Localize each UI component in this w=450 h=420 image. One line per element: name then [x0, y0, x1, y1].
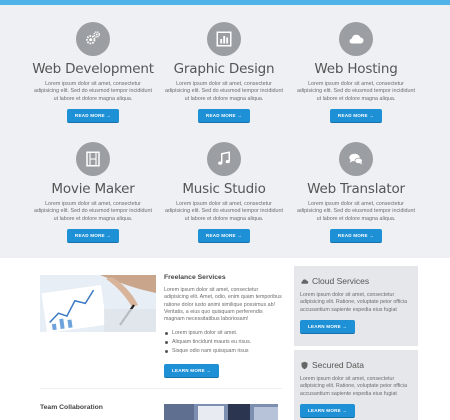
icon-circle: [207, 142, 241, 176]
read-more-button[interactable]: READ MORE →: [329, 109, 383, 124]
service-description: Lorem ipsum dolor sit amet, consectetur …: [33, 81, 153, 102]
cloud-services-description: Lorem ipsum dolor sit amet, consectetur …: [300, 292, 408, 313]
read-more-button[interactable]: READ MORE →: [329, 229, 383, 244]
freelance-title: Freelance Services: [164, 274, 226, 281]
cloud-icon: [349, 34, 364, 44]
service-web-development: Web Development Lorem ipsum dolor sit am…: [28, 22, 158, 124]
service-web-hosting: Web Hosting Lorem ipsum dolor sit amet, …: [291, 22, 421, 124]
read-more-button[interactable]: READ MORE →: [66, 229, 120, 244]
icon-circle: [339, 142, 373, 176]
cloud-services-heading: Cloud Services: [300, 276, 412, 286]
service-web-translator: Web Translator Lorem ipsum dolor sit ame…: [291, 142, 421, 244]
learn-more-button[interactable]: LEARN MORE →: [164, 364, 220, 379]
icon-circle: [76, 22, 110, 56]
service-title: Web Hosting: [314, 61, 398, 77]
icon-circle: [207, 22, 241, 56]
chart-icon: [216, 31, 232, 47]
service-title: Web Translator: [307, 181, 405, 197]
services-section: Web Development Lorem ipsum dolor sit am…: [0, 5, 450, 258]
team-collaboration-image: [164, 404, 278, 420]
cloud-services-box: Cloud Services Lorem ipsum dolor sit ame…: [294, 266, 418, 346]
service-title: Graphic Design: [173, 61, 275, 77]
service-title: Music Studio: [182, 181, 266, 197]
read-more-button[interactable]: READ MORE →: [66, 109, 120, 124]
section-divider: [40, 388, 282, 389]
cloud-services-title: Cloud Services: [312, 276, 370, 286]
shield-icon: [301, 361, 308, 369]
service-description: Lorem ipsum dolor sit amet, consectetur …: [164, 81, 284, 102]
list-item: Aliquam tincidunt mauris eu risus.: [164, 338, 282, 347]
freelance-description: Lorem ipsum dolor sit amet, consectetur …: [164, 287, 282, 323]
service-description: Lorem ipsum dolor sit amet, consectetur …: [296, 81, 416, 102]
service-description: Lorem ipsum dolor sit amet, consectetur …: [164, 201, 284, 222]
read-more-button[interactable]: READ MORE →: [197, 229, 251, 244]
learn-more-button[interactable]: LEARN MORE →: [300, 319, 356, 334]
secured-data-title: Secured Data: [312, 360, 364, 370]
team-collaboration-title: Team Collaboration: [40, 404, 103, 411]
icon-circle: [339, 22, 373, 56]
freelance-image: [40, 275, 156, 332]
service-title: Web Development: [32, 61, 154, 77]
secured-data-description: Lorem ipsum dolor sit amet, consectetur …: [300, 376, 408, 397]
chat-icon: [349, 153, 363, 165]
read-more-button[interactable]: READ MORE →: [197, 109, 251, 124]
service-graphic-design: Graphic Design Lorem ipsum dolor sit ame…: [159, 22, 289, 124]
service-description: Lorem ipsum dolor sit amet, consectetur …: [33, 201, 153, 222]
service-title: Movie Maker: [51, 181, 135, 197]
secured-data-heading: Secured Data: [300, 360, 412, 370]
gears-icon: [86, 31, 101, 45]
learn-more-button[interactable]: LEARN MORE →: [300, 403, 356, 418]
service-music-studio: Music Studio Lorem ipsum dolor sit amet,…: [159, 142, 289, 244]
freelance-services: Freelance Services Lorem ipsum dolor sit…: [164, 274, 282, 379]
service-description: Lorem ipsum dolor sit amet, consectetur …: [296, 201, 416, 222]
film-icon: [86, 151, 100, 167]
cloud-icon: [301, 278, 309, 284]
freelance-bullet-list: Lorem ipsum dolor sit amet. Aliquam tinc…: [164, 329, 282, 356]
service-movie-maker: Movie Maker Lorem ipsum dolor sit amet, …: [28, 142, 158, 244]
music-icon: [218, 151, 230, 165]
icon-circle: [76, 142, 110, 176]
list-item: Sisque odio nam quisquam risus: [164, 347, 282, 356]
secured-data-box: Secured Data Lorem ipsum dolor sit amet,…: [294, 350, 418, 420]
list-item: Lorem ipsum dolor sit amet.: [164, 329, 282, 338]
